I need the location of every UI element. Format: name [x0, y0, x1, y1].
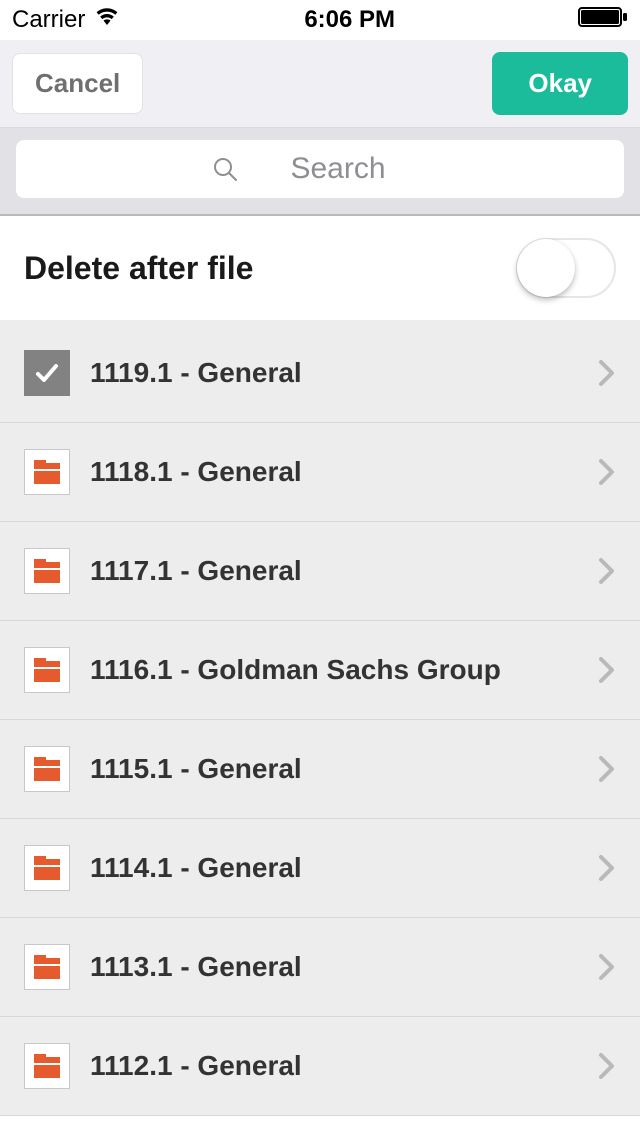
carrier-label: Carrier: [12, 6, 85, 34]
delete-after-file-toggle[interactable]: [516, 238, 616, 298]
search-field[interactable]: [16, 140, 624, 198]
list-item-label: 1117.1 - General: [90, 555, 598, 587]
list-item[interactable]: 1119.1 - General: [0, 324, 640, 423]
toggle-knob: [517, 239, 575, 297]
chevron-right-icon: [598, 1052, 616, 1080]
folder-icon: [24, 746, 70, 792]
status-right: [578, 6, 628, 35]
list-item[interactable]: 1116.1 - Goldman Sachs Group: [0, 621, 640, 720]
nav-bar: Cancel Okay: [0, 40, 640, 128]
list-item[interactable]: 1118.1 - General: [0, 423, 640, 522]
list-item-label: 1114.1 - General: [90, 852, 598, 884]
list-item-label: 1112.1 - General: [90, 1050, 598, 1082]
chevron-right-icon: [598, 359, 616, 387]
okay-button[interactable]: Okay: [492, 52, 628, 115]
chevron-right-icon: [598, 458, 616, 486]
chevron-right-icon: [598, 854, 616, 882]
list-item[interactable]: 1113.1 - General: [0, 918, 640, 1017]
list-item[interactable]: 1112.1 - General: [0, 1017, 640, 1116]
status-time: 6:06 PM: [304, 6, 395, 34]
battery-icon: [578, 6, 628, 35]
folder-icon: [24, 944, 70, 990]
chevron-right-icon: [598, 557, 616, 585]
search-bar: [0, 128, 640, 216]
list-item[interactable]: 1117.1 - General: [0, 522, 640, 621]
list-item[interactable]: 1115.1 - General: [0, 720, 640, 819]
list-item-label: 1116.1 - Goldman Sachs Group: [90, 654, 598, 686]
list-item-label: 1119.1 - General: [90, 357, 598, 389]
search-input[interactable]: [248, 152, 428, 186]
folder-icon: [24, 1043, 70, 1089]
list-item-label: 1115.1 - General: [90, 753, 598, 785]
list-item-label: 1113.1 - General: [90, 951, 598, 983]
file-list: 1119.1 - General 1118.1 - General 1117.1 -…: [0, 324, 640, 1116]
list-item-label: 1118.1 - General: [90, 456, 598, 488]
folder-icon: [24, 845, 70, 891]
folder-icon: [24, 548, 70, 594]
chevron-right-icon: [598, 755, 616, 783]
delete-after-file-label: Delete after file: [24, 250, 253, 287]
chevron-right-icon: [598, 656, 616, 684]
delete-after-file-row: Delete after file: [0, 216, 640, 324]
folder-icon: [24, 449, 70, 495]
list-item[interactable]: 1114.1 - General: [0, 819, 640, 918]
search-icon: [212, 156, 238, 182]
status-bar: Carrier 6:06 PM: [0, 0, 640, 40]
folder-icon: [24, 647, 70, 693]
wifi-icon: [93, 6, 121, 34]
status-left: Carrier: [12, 6, 121, 34]
check-icon: [24, 350, 70, 396]
chevron-right-icon: [598, 953, 616, 981]
cancel-button[interactable]: Cancel: [12, 53, 143, 114]
